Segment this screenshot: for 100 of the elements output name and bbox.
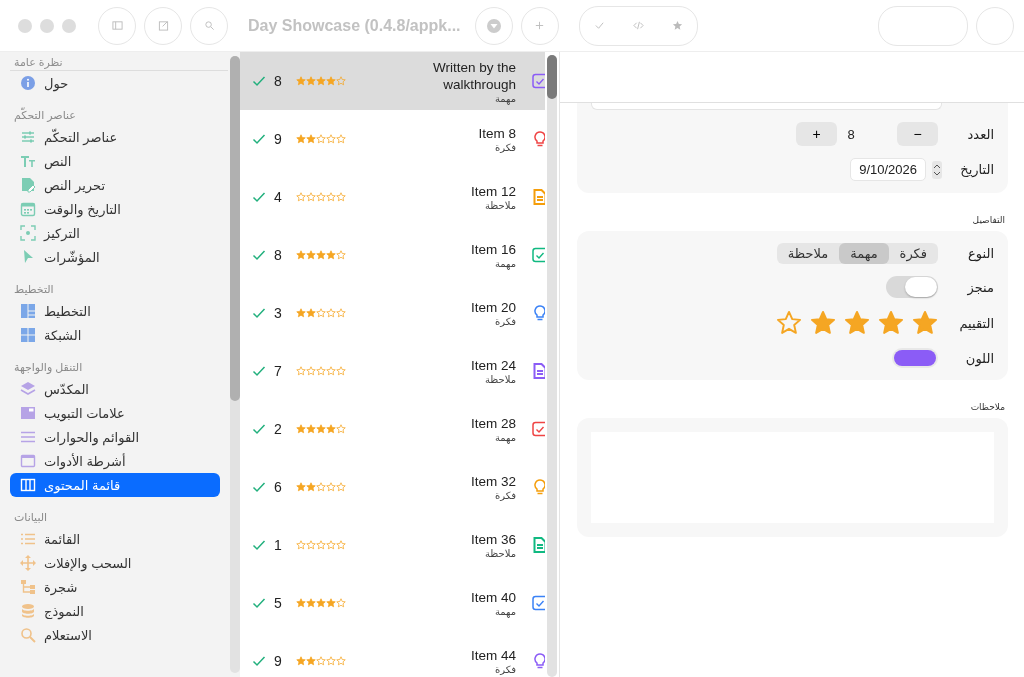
field-label: النوع <box>967 246 994 261</box>
item-title: Item 44 <box>469 647 516 664</box>
star-icon <box>336 598 346 608</box>
count-value: 8 <box>846 126 856 142</box>
star-icon <box>336 424 346 434</box>
sidebar-item[interactable]: القوائم والحوارات <box>10 425 220 449</box>
field-label: التقييم <box>958 315 994 331</box>
sidebar-item[interactable]: التركيز <box>10 221 220 245</box>
edit-icon <box>20 177 36 193</box>
decrement-button[interactable]: − <box>897 122 938 146</box>
star-icon <box>316 656 326 666</box>
star-icon[interactable] <box>671 20 683 31</box>
list-icon <box>20 531 36 547</box>
item-title: Item 24 <box>469 357 516 374</box>
sidebar-item[interactable]: أشرطة الأدوات <box>10 449 220 473</box>
star-icon <box>336 192 346 202</box>
item-title: Item 40 <box>469 589 516 606</box>
sidebar-item[interactable]: حول <box>10 71 220 95</box>
star-icon <box>878 310 904 336</box>
star-icon <box>306 366 316 376</box>
sidebar-item[interactable]: النموذج <box>10 599 220 623</box>
calendar-icon <box>20 201 36 217</box>
count-label: 8 <box>274 73 283 89</box>
star-icon <box>326 250 336 260</box>
toggle-switch[interactable] <box>886 276 938 298</box>
search-icon <box>203 20 215 31</box>
segment[interactable]: مهمة <box>839 243 889 264</box>
star-icon <box>326 366 336 376</box>
item-title: Item 12 <box>469 183 516 200</box>
zoom-button[interactable] <box>62 18 76 33</box>
add-button[interactable] <box>520 6 559 45</box>
text-field[interactable] <box>591 103 942 110</box>
section-header: التنقل والواجهة <box>13 360 84 376</box>
star-icon <box>336 482 346 492</box>
focus-icon <box>20 225 36 241</box>
sidebar-item[interactable]: المكدّس <box>10 377 220 401</box>
sidebar-item[interactable]: تحرير النص <box>10 173 220 197</box>
increment-button[interactable]: + <box>796 122 837 146</box>
compose-icon <box>157 20 169 31</box>
star-icon <box>336 366 346 376</box>
star-icon <box>336 76 346 86</box>
star-icon <box>306 598 316 608</box>
star-icon <box>336 308 346 318</box>
info-icon <box>20 75 36 91</box>
sidebar-item[interactable]: الشبكة <box>10 323 220 347</box>
sidebar-item[interactable]: التاريخ والوقت <box>10 197 220 221</box>
item-type: مهمة <box>494 432 516 443</box>
sidebar-item[interactable]: النص <box>10 149 220 173</box>
checkmark-icon[interactable] <box>593 20 605 31</box>
minimize-button[interactable] <box>40 18 54 33</box>
item-title: Item 32 <box>469 473 516 490</box>
move-icon <box>20 555 36 571</box>
search-button[interactable] <box>190 6 228 45</box>
star-icon <box>336 540 346 550</box>
sidebar-item[interactable]: التخطيط <box>10 299 220 323</box>
stepper-icon[interactable] <box>932 160 942 179</box>
code-icon[interactable] <box>632 20 644 31</box>
count-label: 8 <box>274 247 283 263</box>
count-label: 9 <box>274 131 283 147</box>
item-title: Item 36 <box>469 531 516 548</box>
segment[interactable]: ملاحظة <box>776 243 840 264</box>
star-icon <box>316 250 326 260</box>
sidebar-item[interactable]: السحب والإفلات <box>10 551 220 575</box>
star-icon <box>316 424 326 434</box>
toolbar-button[interactable] <box>976 6 1014 45</box>
star-icon <box>316 366 326 376</box>
section-header: عناصر التحكّم <box>13 106 77 124</box>
sidebar-item[interactable]: قائمة المحتوى <box>10 473 220 497</box>
star-icon <box>296 366 306 376</box>
sidebar-item[interactable]: عناصر التحكّم <box>10 125 220 149</box>
star-icon <box>296 482 306 492</box>
sidebar-button[interactable] <box>98 6 136 45</box>
star-icon <box>306 250 316 260</box>
sidebar-item[interactable]: القائمة <box>10 527 220 551</box>
count-label: 1 <box>274 537 283 553</box>
sidebar-item[interactable]: شجرة <box>10 575 220 599</box>
star-icon <box>306 424 316 434</box>
item-title: Item 28 <box>469 415 516 432</box>
sidebar-item[interactable]: الاستعلام <box>10 623 220 647</box>
database-icon <box>20 603 36 619</box>
compose-button[interactable] <box>144 6 182 45</box>
close-button[interactable] <box>18 18 32 33</box>
item-title: Item 20 <box>469 299 516 316</box>
scrollbar[interactable] <box>230 56 240 673</box>
star-icon <box>326 308 336 318</box>
scrollbar[interactable] <box>547 55 557 677</box>
date-field[interactable]: 9/10/2026 <box>850 158 926 181</box>
stack-icon <box>20 381 36 397</box>
count-label: 9 <box>274 653 283 669</box>
plus-icon <box>534 20 546 31</box>
star-icon <box>326 656 336 666</box>
filter-button[interactable] <box>474 6 513 45</box>
segment[interactable]: فكرة <box>888 243 938 264</box>
sidebar-item[interactable]: علامات التبويب <box>10 401 220 425</box>
columns-icon <box>20 477 36 493</box>
item-type: ملاحظة <box>484 200 516 211</box>
sidebar-item[interactable]: المؤشّرات <box>10 245 220 269</box>
toolbar-button[interactable] <box>878 5 968 46</box>
item-type: فكرة <box>494 316 516 327</box>
star-icon <box>296 134 306 144</box>
